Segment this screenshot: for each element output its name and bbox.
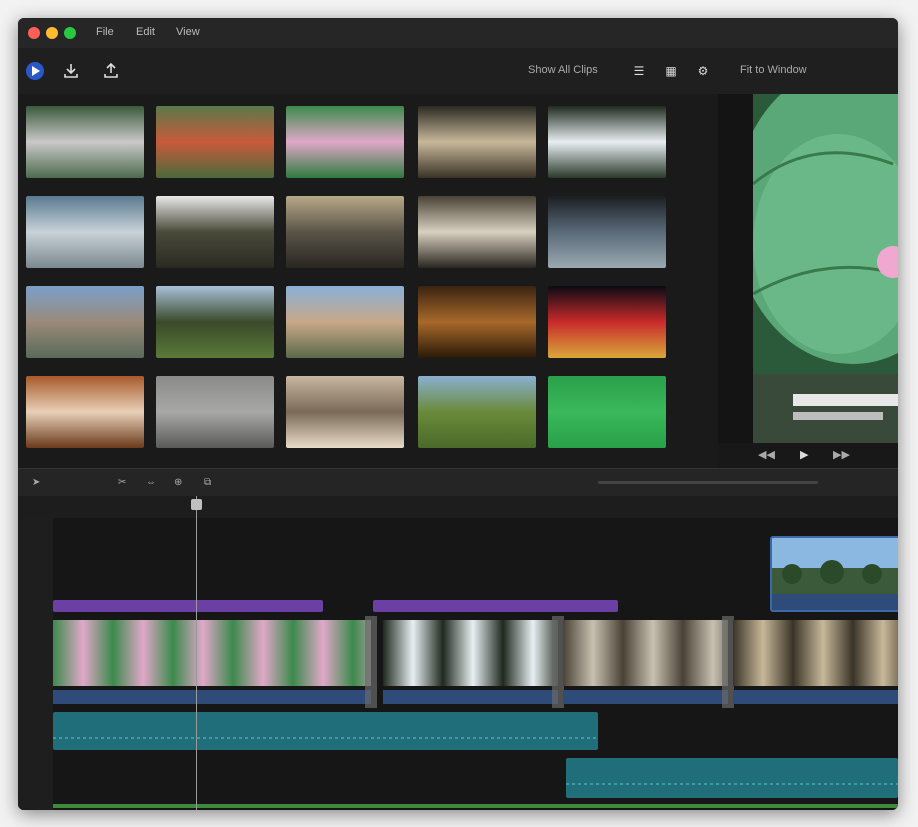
- select-tool-icon[interactable]: ➤: [32, 477, 40, 488]
- overlay-video-clip[interactable]: [770, 536, 898, 612]
- media-clip-thumbnail[interactable]: [548, 376, 666, 448]
- timeline-zoom-slider[interactable]: [598, 481, 818, 484]
- share-icon[interactable]: [100, 60, 122, 82]
- forward-icon[interactable]: ▶▶: [833, 448, 850, 461]
- media-clip-thumbnail[interactable]: [286, 286, 404, 358]
- menu-file[interactable]: File: [96, 26, 114, 38]
- app-logo-icon[interactable]: [24, 60, 46, 82]
- close-window-button[interactable]: [28, 27, 40, 39]
- track-header-column: [18, 518, 53, 810]
- media-clip-thumbnail[interactable]: [548, 196, 666, 268]
- preview-viewer[interactable]: [753, 94, 898, 468]
- video-clip-audio-strip: [383, 690, 558, 704]
- audio-clip[interactable]: [53, 712, 598, 750]
- media-browser: [18, 94, 718, 468]
- media-clip-thumbnail[interactable]: [418, 286, 536, 358]
- transition-marker[interactable]: [365, 616, 377, 708]
- video-clip[interactable]: [383, 620, 558, 686]
- preview-zoom-dropdown[interactable]: Fit to Window: [740, 64, 807, 76]
- media-clip-thumbnail[interactable]: [26, 106, 144, 178]
- trim-tool-icon[interactable]: ⇔: [146, 477, 156, 488]
- media-clip-thumbnail[interactable]: [26, 286, 144, 358]
- audio-clip[interactable]: [566, 758, 898, 798]
- title-clip[interactable]: [373, 600, 618, 612]
- menu-edit[interactable]: Edit: [136, 26, 155, 38]
- media-clip-thumbnail[interactable]: [286, 106, 404, 178]
- media-clip-thumbnail[interactable]: [26, 376, 144, 448]
- media-clip-thumbnail[interactable]: [548, 106, 666, 178]
- play-icon[interactable]: ▶: [800, 448, 808, 461]
- video-clip-audio-strip: [53, 690, 371, 704]
- preview-controls: ◀◀ ▶ ▶▶: [718, 443, 898, 468]
- cut-tool-icon[interactable]: ✂: [118, 477, 126, 488]
- title-bar: File Edit View: [18, 18, 898, 48]
- import-icon[interactable]: [60, 60, 82, 82]
- timeline-toolbar: ➤ ✂ ⇔ ⊕ ⧉: [18, 468, 898, 497]
- zoom-window-button[interactable]: [64, 27, 76, 39]
- settings-icon[interactable]: ⚙: [692, 60, 714, 82]
- media-clip-thumbnail[interactable]: [286, 196, 404, 268]
- render-status-bar: [53, 804, 898, 808]
- timeline-ruler[interactable]: [18, 496, 898, 518]
- video-clip[interactable]: [53, 620, 371, 686]
- main-toolbar: Show All Clips ☰ ▦ ⚙ Fit to Window: [18, 48, 898, 94]
- playhead-handle[interactable]: [191, 499, 202, 510]
- media-clip-thumbnail[interactable]: [156, 286, 274, 358]
- media-clip-thumbnail[interactable]: [156, 376, 274, 448]
- playhead[interactable]: [196, 496, 197, 810]
- media-clip-thumbnail[interactable]: [418, 196, 536, 268]
- media-clip-thumbnail[interactable]: [26, 196, 144, 268]
- media-clip-thumbnail[interactable]: [156, 196, 274, 268]
- media-clip-thumbnail[interactable]: [418, 106, 536, 178]
- zoom-tool-icon[interactable]: ⊕: [174, 477, 182, 488]
- audio-waveform: [53, 737, 598, 739]
- media-clip-thumbnail[interactable]: [548, 286, 666, 358]
- video-clip-audio-strip: [563, 690, 728, 704]
- video-clip[interactable]: [733, 620, 898, 686]
- video-clip[interactable]: [563, 620, 728, 686]
- main-video-track: [53, 616, 898, 708]
- menu-view[interactable]: View: [176, 26, 200, 38]
- title-clip[interactable]: [53, 600, 323, 612]
- panel-divider[interactable]: [718, 94, 753, 444]
- video-clip-audio-strip: [733, 690, 898, 704]
- audio-waveform: [566, 783, 898, 785]
- media-clip-thumbnail[interactable]: [418, 376, 536, 448]
- list-view-icon[interactable]: ☰: [628, 60, 650, 82]
- minimize-window-button[interactable]: [46, 27, 58, 39]
- media-clip-thumbnail[interactable]: [286, 376, 404, 448]
- rewind-icon[interactable]: ◀◀: [758, 448, 775, 461]
- clip-filter-dropdown[interactable]: Show All Clips: [528, 64, 598, 76]
- snap-icon[interactable]: ⧉: [204, 477, 211, 488]
- grid-view-icon[interactable]: ▦: [660, 60, 682, 82]
- media-clip-thumbnail[interactable]: [156, 106, 274, 178]
- video-editor-window: File Edit View Show All Clips ☰ ▦ ⚙ Fit …: [18, 18, 898, 810]
